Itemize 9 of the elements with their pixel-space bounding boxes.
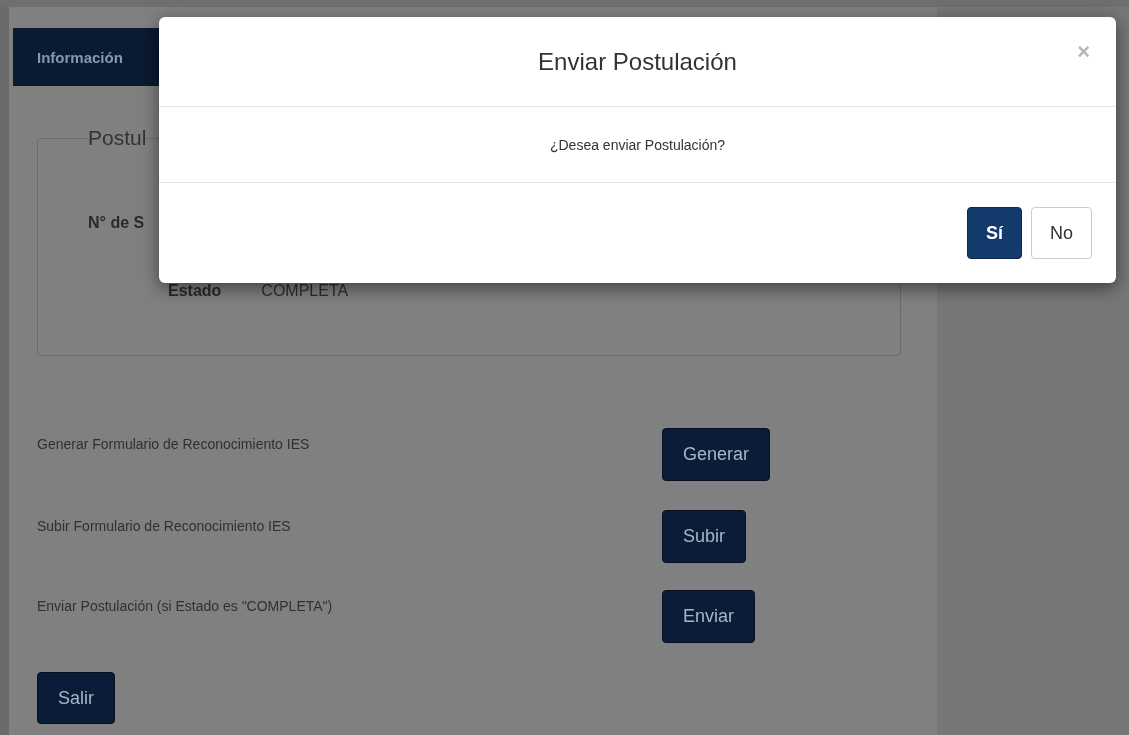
field-value: COMPLETA bbox=[261, 282, 349, 300]
action-label: Enviar Postulación (si Estado es "COMPLETA") bbox=[37, 597, 334, 614]
field-label: Estado bbox=[168, 282, 222, 300]
action-label: Generar Formulario de Reconocimiento IES bbox=[37, 435, 311, 452]
field-label: N° de S bbox=[88, 214, 145, 232]
modal-message: ¿Desea enviar Postulación? bbox=[549, 136, 726, 153]
action-label: Subir Formulario de Reconocimiento IES bbox=[37, 517, 292, 534]
modal-title: Enviar Postulación bbox=[538, 47, 737, 76]
fieldset-legend: Postul bbox=[88, 126, 147, 150]
